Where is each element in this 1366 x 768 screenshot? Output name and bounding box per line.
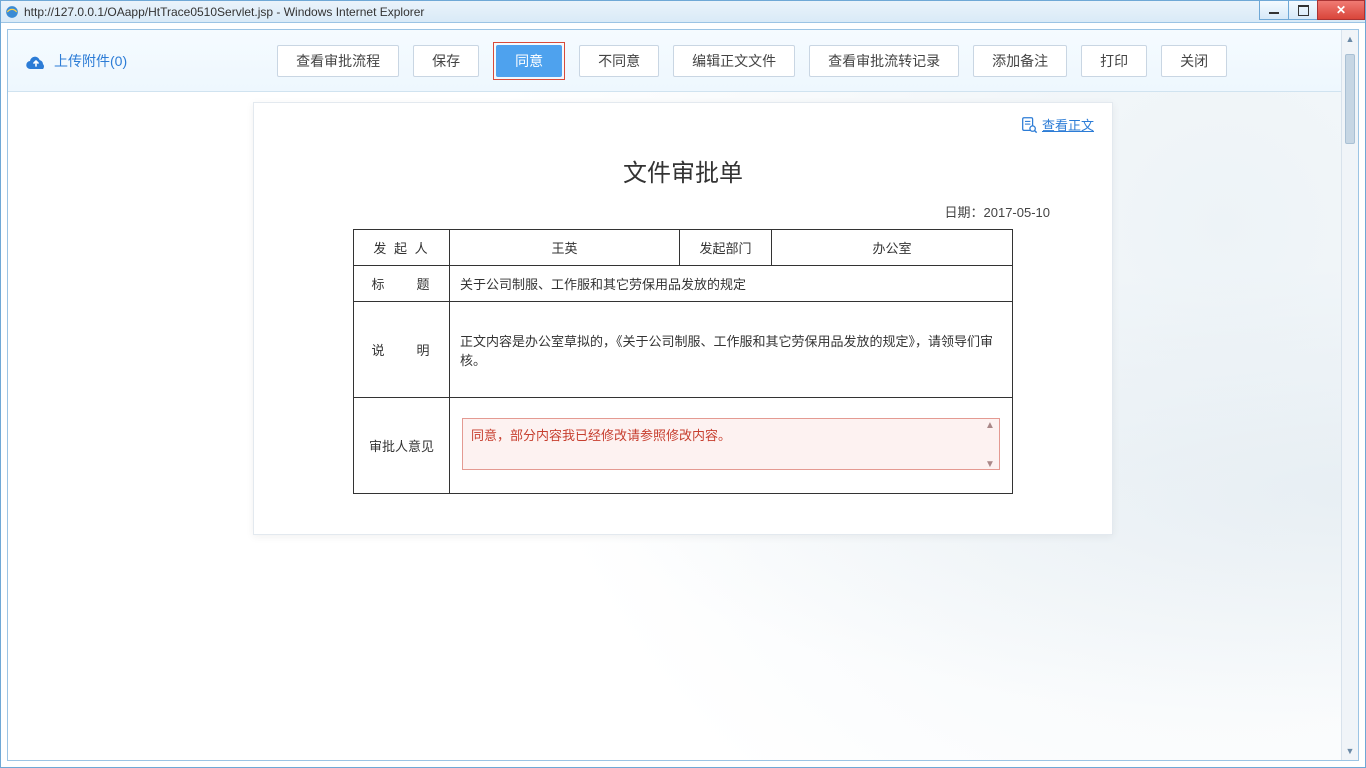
value-description: 正文内容是办公室草拟的，《关于公司制服、工作服和其它劳保用品发放的规定》，请领导… [450,302,1013,398]
edit-body-button[interactable]: 编辑正文文件 [673,45,795,77]
toolbar-buttons: 查看审批流程 保存 同意 不同意 编辑正文文件 查看审批流转记录 添加备注 打印… [277,42,1342,80]
approval-form-table: 发 起 人 王英 发起部门 办公室 标 题 关于公司制服、工作服和其它劳保用品发… [353,229,1013,494]
window-controls [1260,0,1365,22]
add-remark-button[interactable]: 添加备注 [973,45,1067,77]
document-title: 文件审批单 [276,153,1090,188]
minimize-button[interactable] [1259,0,1289,20]
label-subject: 标 题 [354,266,450,302]
document-date: 日期：2017-05-10 [276,202,1090,221]
scroll-down-icon: ▼ [1342,742,1358,760]
titlebar: http://127.0.0.1/OAapp/HtTrace0510Servle… [1,1,1365,23]
opinion-cell: ▲ ▼ [450,398,1013,494]
app-area: 上传附件(0) 查看审批流程 保存 同意 不同意 编辑正文文件 查看审批流转记录… [7,29,1359,761]
value-initiator: 王英 [450,230,680,266]
ie-icon [5,5,19,19]
save-button[interactable]: 保存 [413,45,479,77]
value-department: 办公室 [772,230,1013,266]
maximize-button[interactable] [1288,0,1318,20]
upload-attachment-button[interactable]: 上传附件(0) [24,51,127,71]
window-title: http://127.0.0.1/OAapp/HtTrace0510Servle… [24,5,1365,19]
scroll-up-icon: ▲ [1342,30,1358,48]
disagree-button[interactable]: 不同意 [579,45,659,77]
view-body-link-label: 查看正文 [1042,115,1094,134]
label-description: 说 明 [354,302,450,398]
vertical-scrollbar[interactable]: ▲ ▼ [1341,30,1358,760]
content-area: 查看正文 文件审批单 日期：2017-05-10 发 起 人 王英 发起部门 办… [8,92,1358,760]
document-search-icon [1020,116,1038,134]
close-button[interactable]: 关闭 [1161,45,1227,77]
label-department: 发起部门 [680,230,772,266]
view-flow-button[interactable]: 查看审批流程 [277,45,399,77]
label-approver-opinion: 审批人意见 [354,398,450,494]
label-initiator: 发 起 人 [354,230,450,266]
approver-opinion-input[interactable] [462,418,1000,470]
document-card: 查看正文 文件审批单 日期：2017-05-10 发 起 人 王英 发起部门 办… [253,102,1113,535]
view-body-link[interactable]: 查看正文 [1020,115,1094,134]
cloud-upload-icon [24,52,48,70]
app-toolbar: 上传附件(0) 查看审批流程 保存 同意 不同意 编辑正文文件 查看审批流转记录… [8,30,1358,92]
scrollbar-thumb[interactable] [1345,54,1355,144]
close-window-button[interactable] [1317,0,1365,20]
print-button[interactable]: 打印 [1081,45,1147,77]
agree-highlight: 同意 [493,42,565,80]
date-value: 2017-05-10 [984,205,1051,220]
ie-window: http://127.0.0.1/OAapp/HtTrace0510Servle… [0,0,1366,768]
agree-button[interactable]: 同意 [496,45,562,77]
date-label: 日期： [944,205,983,220]
value-subject: 关于公司制服、工作服和其它劳保用品发放的规定 [450,266,1013,302]
view-flow-record-button[interactable]: 查看审批流转记录 [809,45,959,77]
upload-attachment-label: 上传附件(0) [54,51,127,71]
